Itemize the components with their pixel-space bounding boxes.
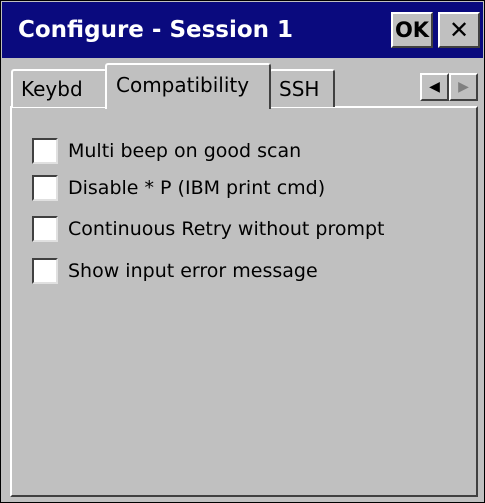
checkbox-label: Disable * P (IBM print cmd) xyxy=(68,177,326,199)
checkbox-label: Multi beep on good scan xyxy=(68,140,302,162)
ok-button[interactable]: OK xyxy=(391,12,433,48)
window-title: Configure - Session 1 xyxy=(18,17,294,43)
tab-scroll-left-button[interactable]: ◀ xyxy=(420,73,449,101)
close-icon: ✕ xyxy=(448,16,470,44)
checkbox[interactable] xyxy=(32,138,58,164)
checkbox[interactable] xyxy=(32,216,58,242)
checkbox-label: Show input error message xyxy=(68,260,318,282)
tab-compatibility[interactable]: Compatibility xyxy=(105,63,271,109)
tab-keybd[interactable]: Keybd xyxy=(11,69,107,107)
title-bar: Configure - Session 1 OK ✕ xyxy=(2,2,483,58)
close-button[interactable]: ✕ xyxy=(438,12,480,48)
arrow-right-icon: ▶ xyxy=(458,79,469,95)
checkbox-label: Continuous Retry without prompt xyxy=(68,218,385,240)
tab-ssh[interactable]: SSH xyxy=(269,69,335,107)
checkbox[interactable] xyxy=(32,258,58,284)
tab-label: Compatibility xyxy=(116,73,250,97)
option-disable-print[interactable]: Disable * P (IBM print cmd) xyxy=(32,174,325,202)
checkbox[interactable] xyxy=(32,175,58,201)
tab-label: SSH xyxy=(279,77,320,101)
option-show-input-error[interactable]: Show input error message xyxy=(32,257,318,285)
option-continuous-retry[interactable]: Continuous Retry without prompt xyxy=(32,215,385,243)
option-multi-beep[interactable]: Multi beep on good scan xyxy=(32,137,301,165)
tab-scroll-right-button[interactable]: ▶ xyxy=(449,73,478,101)
arrow-left-icon: ◀ xyxy=(429,79,440,95)
configure-window: Configure - Session 1 OK ✕ Keybd Compati… xyxy=(0,0,485,503)
tab-label: Keybd xyxy=(21,77,83,101)
